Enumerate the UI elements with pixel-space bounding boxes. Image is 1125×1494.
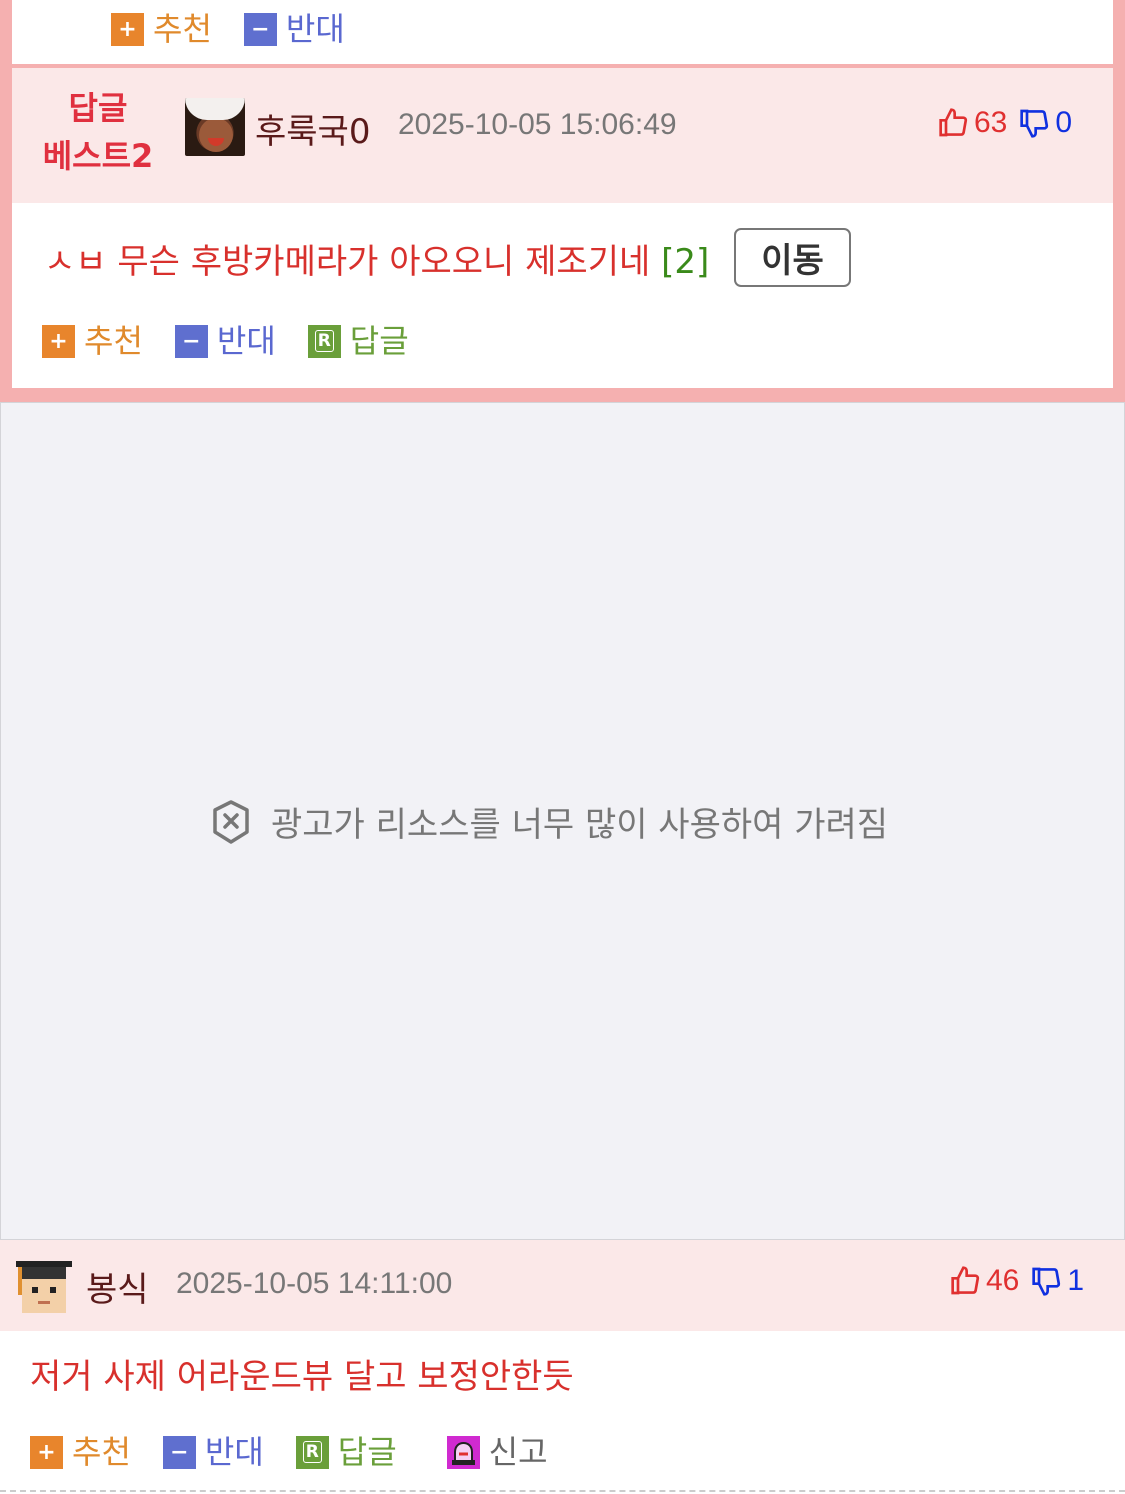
reply-count[interactable]: [2] <box>661 242 709 282</box>
recommend-button[interactable]: + 추천 <box>30 1427 131 1473</box>
thumbs-down-icon <box>1020 109 1049 138</box>
like-value: 46 <box>986 1264 1020 1297</box>
shield-x-icon <box>213 799 249 844</box>
nickname[interactable]: 후룩국0 <box>255 104 370 153</box>
comment-actions: + 추천 − 반대 R 답글 신고 <box>30 1427 580 1473</box>
avatar[interactable] <box>14 1257 74 1315</box>
recommend-label: 추천 <box>84 322 143 360</box>
badge-line-2: 베스트2 <box>42 137 154 175</box>
reply-button[interactable]: R 답글 <box>307 316 409 362</box>
dislike-count: 1 <box>1031 1264 1084 1298</box>
reply-label: 답글 <box>337 1433 397 1471</box>
reply-icon-letter: R <box>302 1441 322 1463</box>
previous-comment-actions: + 추천 − 반대 <box>12 0 1113 64</box>
plus-icon: + <box>42 324 75 358</box>
best-comment-header: 답글 베스트2 후룩국0 2025-10-05 15:06:49 63 0 <box>12 68 1113 203</box>
thumbs-up-icon <box>951 1266 980 1295</box>
dislike-count: 0 <box>1019 106 1072 140</box>
plus-icon: + <box>30 1435 63 1469</box>
recommend-button[interactable]: + 추천 <box>42 316 143 362</box>
vote-counts: 63 0 <box>938 106 1072 140</box>
like-count: 63 <box>938 106 1007 140</box>
recommend-label: 추천 <box>72 1433 131 1471</box>
minus-icon: − <box>162 1435 196 1469</box>
comment-body: ㅅㅂ 무슨 후방카메라가 아오오니 제조기네 <box>44 242 651 282</box>
oppose-button[interactable]: − 반대 <box>174 316 276 362</box>
ad-message-text: 광고가 리소스를 너무 많이 사용하여 가려짐 <box>271 805 889 845</box>
report-label: 신고 <box>488 1433 548 1471</box>
dislike-value: 1 <box>1067 1264 1085 1297</box>
nickname[interactable]: 봉식 <box>86 1262 149 1311</box>
comment-text: ㅅㅂ 무슨 후방카메라가 아오오니 제조기네 [2] <box>44 234 709 283</box>
plus-icon: + <box>111 12 144 46</box>
best-comment-section: + 추천 − 반대 답글 베스트2 후룩국0 2025-10-05 15:06:… <box>0 0 1125 402</box>
oppose-label: 반대 <box>285 10 345 48</box>
comment-datetime: 2025-10-05 14:11:00 <box>176 1267 453 1300</box>
badge-line-1: 답글 <box>68 89 128 127</box>
vote-counts: 46 1 <box>950 1264 1084 1298</box>
best-reply-badge: 답글 베스트2 <box>38 84 158 180</box>
best-comment-actions: + 추천 − 반대 R 답글 <box>42 316 441 362</box>
avatar-image <box>14 1257 74 1315</box>
reply-icon-letter: R <box>314 330 334 352</box>
thumbs-down-icon <box>1032 1267 1061 1296</box>
minus-icon: − <box>243 12 277 46</box>
comment-text: 저거 사제 어라운드뷰 달고 보정안한듯 <box>30 1349 574 1398</box>
report-button[interactable]: 신고 <box>446 1427 548 1473</box>
minus-icon: − <box>174 324 208 358</box>
oppose-label: 반대 <box>216 322 276 360</box>
comments-page: + 추천 − 반대 답글 베스트2 후룩국0 2025-10-05 15:06:… <box>0 0 1125 1494</box>
ad-blocked-message: 광고가 리소스를 너무 많이 사용하여 가려짐 <box>211 797 888 846</box>
avatar-turban <box>185 98 245 120</box>
avatar-face <box>199 118 233 152</box>
recommend-button[interactable]: + 추천 <box>111 4 212 50</box>
like-value: 63 <box>974 106 1008 139</box>
comment-header: 봉식 2025-10-05 14:11:00 46 1 <box>0 1240 1125 1331</box>
best-comment-card: 답글 베스트2 후룩국0 2025-10-05 15:06:49 63 0 ㅅㅂ… <box>12 68 1113 388</box>
comment-datetime: 2025-10-05 15:06:49 <box>398 108 677 141</box>
move-button[interactable]: 이동 <box>734 228 851 287</box>
oppose-button[interactable]: − 반대 <box>243 4 345 50</box>
dislike-value: 0 <box>1055 106 1073 139</box>
oppose-button[interactable]: − 반대 <box>162 1427 264 1473</box>
reply-button[interactable]: R 답글 <box>295 1427 397 1473</box>
comment-body: 저거 사제 어라운드뷰 달고 보정안한듯 <box>30 1357 574 1397</box>
reply-icon: R <box>307 324 341 358</box>
reply-icon: R <box>295 1435 329 1469</box>
reply-label: 답글 <box>349 322 409 360</box>
divider <box>0 1490 1125 1492</box>
comment-body-section: 저거 사제 어라운드뷰 달고 보정안한듯 + 추천 − 반대 R 답글 신고 <box>0 1331 1125 1494</box>
oppose-label: 반대 <box>204 1433 264 1471</box>
avatar[interactable] <box>185 98 245 156</box>
like-count: 46 <box>950 1264 1019 1298</box>
recommend-label: 추천 <box>153 10 212 48</box>
ad-placeholder: 광고가 리소스를 너무 많이 사용하여 가려짐 <box>0 402 1125 1240</box>
thumbs-up-icon <box>939 108 968 137</box>
siren-icon <box>446 1435 480 1469</box>
